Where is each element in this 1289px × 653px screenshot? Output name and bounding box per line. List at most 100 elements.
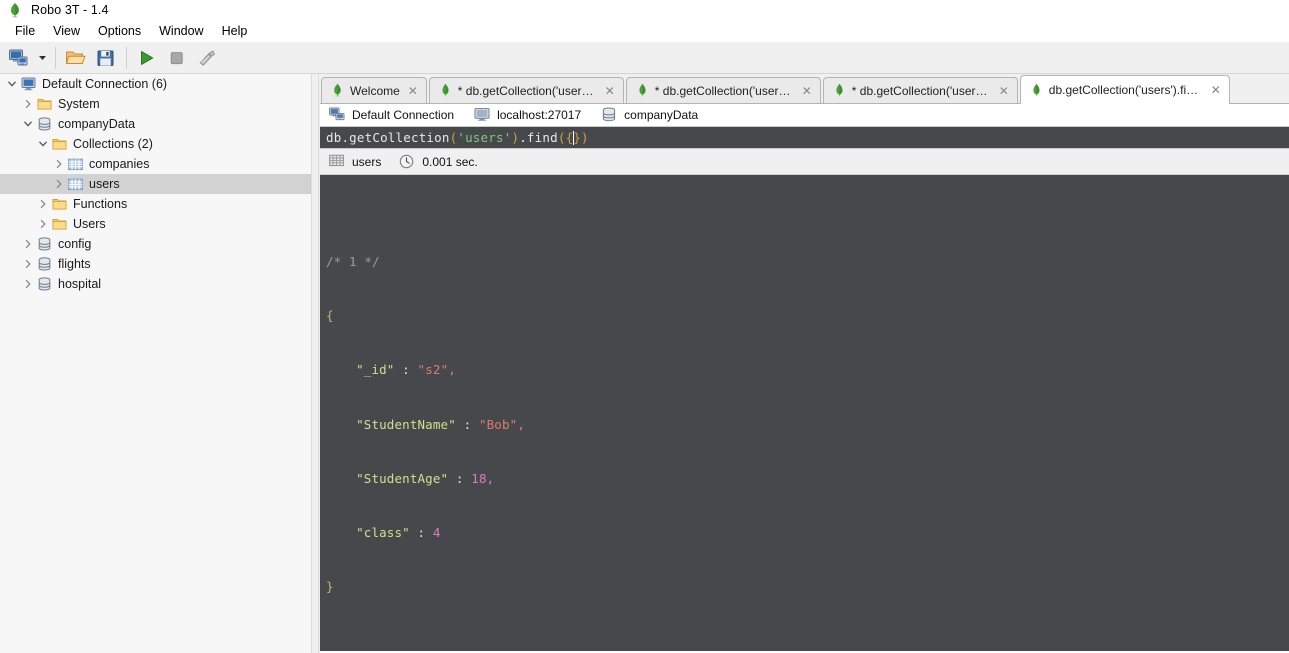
close-icon[interactable]: ✕ xyxy=(407,85,419,97)
tree-item-functions[interactable]: Functions xyxy=(0,194,311,214)
host-item[interactable]: localhost:27017 xyxy=(474,107,581,123)
menu-options[interactable]: Options xyxy=(89,22,150,41)
tree-label: Functions xyxy=(73,197,128,211)
chevron-down-icon[interactable] xyxy=(4,76,20,92)
tree-item-users[interactable]: users xyxy=(0,174,311,194)
tree-item-hospital[interactable]: hospital xyxy=(0,274,311,294)
folder-icon xyxy=(51,136,68,152)
results-json-view[interactable]: /* 1 */ { "_id" : "s2", "StudentName" : … xyxy=(320,175,1289,651)
tree-item-db-users[interactable]: Users xyxy=(0,214,311,234)
field-key: "StudentAge" xyxy=(356,470,449,486)
results-header: users 0.001 sec. xyxy=(320,149,1289,175)
document-open-brace: { xyxy=(326,307,1289,325)
brace-text: { xyxy=(326,308,334,324)
database-icon xyxy=(601,107,617,123)
database-icon xyxy=(36,256,53,272)
tab-find-2[interactable]: * db.getCollection('users').find... ✕ xyxy=(625,77,821,103)
tree-item-flights[interactable]: flights xyxy=(0,254,311,274)
tree-item-companies[interactable]: companies xyxy=(0,154,311,174)
mongodb-leaf-icon xyxy=(636,83,649,98)
field-value: "s2" xyxy=(417,362,449,378)
mongodb-leaf-icon xyxy=(439,83,452,98)
tree-item-system[interactable]: System xyxy=(0,94,311,114)
field-key: "StudentName" xyxy=(356,416,456,432)
results-duration: 0.001 sec. xyxy=(422,154,478,169)
document-field: "StudentAge" : 18, xyxy=(326,470,1289,488)
tree-item-config[interactable]: config xyxy=(0,234,311,254)
chevron-right-icon[interactable] xyxy=(20,96,36,112)
menu-window[interactable]: Window xyxy=(150,22,212,41)
chevron-right-icon[interactable] xyxy=(51,156,67,172)
toolbar-separator-2 xyxy=(126,46,127,69)
field-key: "class" xyxy=(356,524,410,540)
collection-grid-icon xyxy=(67,176,84,192)
clock-icon xyxy=(399,154,415,170)
stop-query-button[interactable] xyxy=(162,44,192,72)
menu-file[interactable]: File xyxy=(6,22,44,41)
save-script-button[interactable] xyxy=(91,44,121,72)
collection-grid-icon xyxy=(67,156,84,172)
main-split: Default Connection (6) System companyDat… xyxy=(0,74,1289,653)
tab-label: * db.getCollection('users').dele... xyxy=(851,83,991,98)
open-script-button[interactable] xyxy=(61,44,91,72)
tree-label: config xyxy=(58,237,92,251)
database-name: companyData xyxy=(624,108,699,122)
tab-delete-1[interactable]: * db.getCollection('users').dele... ✕ xyxy=(822,77,1018,103)
tab-find-1[interactable]: * db.getCollection('users').find... ✕ xyxy=(428,77,624,103)
query-editor[interactable]: db.getCollection('users') .find({}) xyxy=(320,126,1289,149)
results-collection-name: users xyxy=(352,154,382,169)
query-method: .find xyxy=(519,130,558,145)
close-icon[interactable]: ✕ xyxy=(801,85,813,97)
tree-label: Collections (2) xyxy=(73,137,153,151)
query-brace-close: } xyxy=(573,130,582,145)
folder-icon xyxy=(36,96,53,112)
tree-label: hospital xyxy=(58,277,102,291)
query-open-paren: ( xyxy=(449,130,458,145)
database-item[interactable]: companyData xyxy=(601,107,698,123)
explorer-sidebar: Default Connection (6) System companyDat… xyxy=(0,74,311,653)
tree-label: flights xyxy=(58,257,91,271)
document-comment: /* 1 */ xyxy=(326,253,1289,271)
tree-item-collections[interactable]: Collections (2) xyxy=(0,134,311,154)
chevron-down-icon[interactable] xyxy=(20,116,36,132)
field-value: 4 xyxy=(432,524,441,540)
toolbar-separator-1 xyxy=(55,46,56,69)
robo3t-window: Robo 3T - 1.4 File View Options Window H… xyxy=(0,0,1289,653)
chevron-right-icon[interactable] xyxy=(35,216,51,232)
server-monitor-icon xyxy=(20,76,37,92)
auto-format-button[interactable] xyxy=(192,44,222,72)
connection-name: Default Connection xyxy=(352,108,455,122)
tab-welcome[interactable]: Welcome ✕ xyxy=(321,77,427,103)
chevron-down-icon[interactable] xyxy=(35,136,51,152)
execute-query-button[interactable] xyxy=(132,44,162,72)
tree-item-companydata[interactable]: companyData xyxy=(0,114,311,134)
chevron-right-icon[interactable] xyxy=(20,236,36,252)
chevron-right-icon[interactable] xyxy=(35,196,51,212)
tree-label: System xyxy=(58,97,100,111)
menubar: File View Options Window Help xyxy=(0,20,1289,42)
close-icon[interactable]: ✕ xyxy=(604,85,616,97)
menu-view[interactable]: View xyxy=(44,22,89,41)
tab-find-active[interactable]: db.getCollection('users').find({}) ✕ xyxy=(1019,75,1230,104)
connection-info-bar: Default Connection localhost:27017 compa… xyxy=(320,104,1289,126)
monitor-icon xyxy=(474,107,490,123)
tab-label: Welcome xyxy=(350,83,400,98)
field-colon: : xyxy=(402,362,410,378)
tree-item-default-connection[interactable]: Default Connection (6) xyxy=(0,74,311,94)
close-icon[interactable]: ✕ xyxy=(1210,84,1222,96)
close-icon[interactable]: ✕ xyxy=(998,85,1010,97)
query-method-open-paren: ( xyxy=(557,130,566,145)
database-icon xyxy=(36,116,53,132)
connection-name-item[interactable]: Default Connection xyxy=(329,107,454,123)
menu-help[interactable]: Help xyxy=(213,22,257,41)
query-collection-literal: 'users' xyxy=(457,130,512,145)
connect-button[interactable] xyxy=(4,44,34,72)
chevron-right-icon[interactable] xyxy=(20,276,36,292)
chevron-right-icon[interactable] xyxy=(51,176,67,192)
field-colon: : xyxy=(455,470,464,486)
field-comma: , xyxy=(517,416,526,432)
chevron-right-icon[interactable] xyxy=(20,256,36,272)
query-prefix: db.getCollection xyxy=(326,130,450,145)
panel-splitter[interactable] xyxy=(311,74,319,653)
connect-dropdown-arrow[interactable] xyxy=(34,44,50,72)
